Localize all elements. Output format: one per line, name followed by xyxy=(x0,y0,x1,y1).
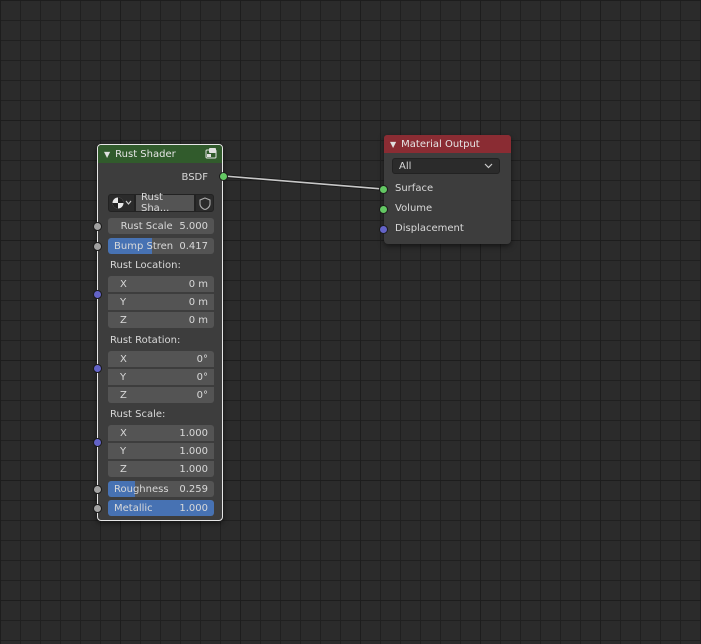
material-sphere-icon xyxy=(112,197,131,209)
rust-scale-z-field[interactable]: Z 1.000 xyxy=(108,461,214,477)
target-dropdown[interactable]: All xyxy=(392,158,500,174)
displacement-input-socket[interactable] xyxy=(379,225,388,234)
material-output-node[interactable]: ▼ Material Output All Surface Volume Dis… xyxy=(379,135,511,244)
volume-input-label: Volume xyxy=(395,203,433,214)
rust-location-x-field[interactable]: X 0 m xyxy=(108,276,214,292)
node-group-icon[interactable] xyxy=(205,147,217,159)
metallic-input-socket[interactable] xyxy=(93,504,102,513)
browse-material-button[interactable] xyxy=(108,194,135,212)
surface-input-socket[interactable] xyxy=(379,185,388,194)
roughness-slider[interactable]: Roughness 0.259 xyxy=(108,481,214,497)
roughness-input-socket[interactable] xyxy=(93,485,102,494)
surface-input-label: Surface xyxy=(395,183,434,194)
collapse-triangle-icon[interactable]: ▼ xyxy=(104,150,110,159)
rust-scale-vector-input-socket[interactable] xyxy=(93,438,102,447)
rust-location-label: Rust Location: xyxy=(110,260,181,271)
rust-rotation-input-socket[interactable] xyxy=(93,364,102,373)
rust-rotation-x-field[interactable]: X 0° xyxy=(108,351,214,367)
datablock-name-field[interactable]: Rust Sha... xyxy=(135,192,195,214)
rust-scale-vector-label: Rust Scale: xyxy=(110,409,166,420)
rust-rotation-z-field[interactable]: Z 0° xyxy=(108,387,214,403)
bump-strength-slider[interactable]: Bump Stren 0.417 xyxy=(108,238,214,254)
material-output-title: Material Output xyxy=(401,138,480,150)
rust-location-input-socket[interactable] xyxy=(93,290,102,299)
bsdf-output-socket[interactable] xyxy=(219,172,228,181)
rust-scale-x-field[interactable]: X 1.000 xyxy=(108,425,214,441)
bump-strength-input-socket[interactable] xyxy=(93,242,102,251)
rust-rotation-y-field[interactable]: Y 0° xyxy=(108,369,214,385)
displacement-input-label: Displacement xyxy=(395,223,464,234)
bsdf-output-label: BSDF xyxy=(181,172,208,183)
rust-shader-node[interactable]: ▼ Rust Shader BSDF Rust Sha... Rust Scal… xyxy=(93,144,228,521)
rust-scale-input-socket[interactable] xyxy=(93,222,102,231)
volume-input-socket[interactable] xyxy=(379,205,388,214)
rust-location-y-field[interactable]: Y 0 m xyxy=(108,294,214,310)
material-output-header[interactable]: ▼ Material Output xyxy=(384,135,511,153)
collapse-triangle-icon[interactable]: ▼ xyxy=(390,140,396,149)
fake-user-button[interactable] xyxy=(195,194,214,212)
rust-rotation-label: Rust Rotation: xyxy=(110,335,181,346)
rust-location-z-field[interactable]: Z 0 m xyxy=(108,312,214,328)
rust-shader-header[interactable]: ▼ Rust Shader xyxy=(98,145,222,163)
shield-icon xyxy=(198,196,211,210)
metallic-slider[interactable]: Metallic 1.000 xyxy=(108,500,214,516)
rust-shader-title: Rust Shader xyxy=(115,148,176,160)
chevron-down-icon xyxy=(484,163,493,169)
datablock-selector[interactable]: Rust Sha... xyxy=(108,192,216,214)
rust-scale-field[interactable]: Rust Scale 5.000 xyxy=(108,218,214,234)
rust-scale-y-field[interactable]: Y 1.000 xyxy=(108,443,214,459)
